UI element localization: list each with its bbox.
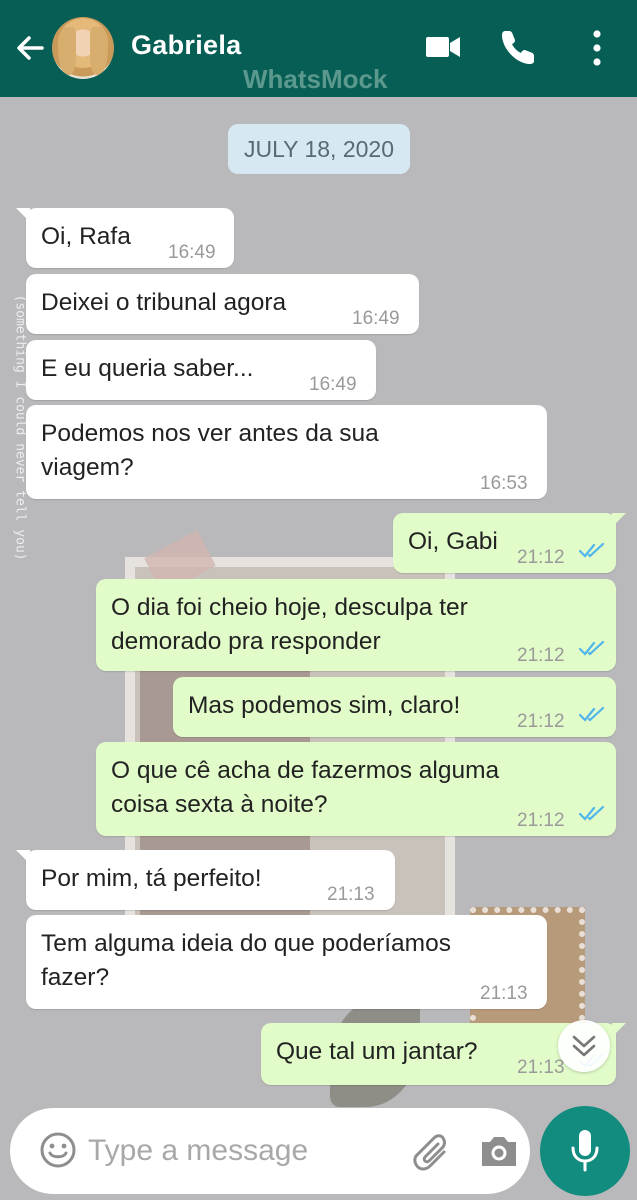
message-incoming[interactable]: Oi, Rafa 16:49 xyxy=(16,208,234,268)
message-time: 21:12 xyxy=(517,547,565,568)
message-text: Podemos nos ver antes da sua viagem? xyxy=(41,420,379,481)
read-receipt-icon xyxy=(579,542,605,558)
chat-header: Gabriela WhatsMock xyxy=(0,0,637,97)
message-compose-bar xyxy=(10,1108,530,1194)
microphone-icon xyxy=(571,1130,599,1172)
message-outgoing[interactable]: Mas podemos sim, claro! 21:12 xyxy=(173,677,616,737)
message-time: 16:49 xyxy=(309,374,357,395)
message-text: Tem alguma ideia do que poderíamos fazer… xyxy=(41,930,451,991)
message-incoming[interactable]: Por mim, tá perfeito! 21:13 xyxy=(16,850,395,910)
message-time: 21:12 xyxy=(517,810,565,831)
message-outgoing[interactable]: Oi, Gabi 21:12 xyxy=(393,513,626,573)
message-time: 16:53 xyxy=(480,473,528,494)
video-call-icon[interactable] xyxy=(424,28,462,66)
message-time: 21:12 xyxy=(517,645,565,666)
message-input[interactable] xyxy=(88,1128,388,1174)
message-incoming[interactable]: Podemos nos ver antes da sua viagem? 16:… xyxy=(26,405,547,499)
message-time: 16:49 xyxy=(168,242,216,263)
message-incoming[interactable]: E eu queria saber... 16:49 xyxy=(26,340,376,400)
camera-icon[interactable] xyxy=(478,1132,520,1170)
message-incoming[interactable]: Deixei o tribunal agora 16:49 xyxy=(26,274,419,334)
message-text: Deixei o tribunal agora xyxy=(41,289,287,316)
scroll-to-bottom-button[interactable] xyxy=(558,1020,610,1072)
read-receipt-icon xyxy=(579,805,605,821)
contact-avatar[interactable] xyxy=(52,17,114,79)
message-time: 16:49 xyxy=(352,308,400,329)
message-time: 21:13 xyxy=(327,884,375,905)
message-time: 21:13 xyxy=(480,983,528,1004)
message-text: Por mim, tá perfeito! xyxy=(41,865,262,892)
message-text: O dia foi cheio hoje, desculpa ter demor… xyxy=(111,594,468,655)
date-separator: JULY 18, 2020 xyxy=(228,124,410,174)
watermark-text: WhatsMock xyxy=(243,64,388,94)
message-outgoing[interactable]: O que cê acha de fazermos alguma coisa s… xyxy=(96,742,616,836)
message-text: E eu queria saber... xyxy=(41,355,254,382)
message-text: Que tal um jantar? xyxy=(276,1038,478,1065)
voice-call-icon[interactable] xyxy=(500,28,538,66)
message-text: Oi, Rafa xyxy=(41,223,131,250)
back-arrow-icon[interactable] xyxy=(12,30,48,66)
message-outgoing[interactable]: O dia foi cheio hoje, desculpa ter demor… xyxy=(96,579,616,671)
message-text: Mas podemos sim, claro! xyxy=(188,692,461,719)
message-incoming[interactable]: Tem alguma ideia do que poderíamos fazer… xyxy=(26,915,547,1009)
read-receipt-icon xyxy=(579,706,605,722)
contact-name[interactable]: Gabriela xyxy=(131,30,241,61)
message-text: O que cê acha de fazermos alguma coisa s… xyxy=(111,757,500,818)
message-text: Oi, Gabi xyxy=(408,528,498,555)
more-menu-icon[interactable] xyxy=(584,28,610,68)
message-time: 21:12 xyxy=(517,711,565,732)
voice-message-button[interactable] xyxy=(540,1106,630,1196)
double-chevron-down-icon xyxy=(572,1035,596,1057)
read-receipt-icon xyxy=(579,640,605,656)
attach-icon[interactable] xyxy=(410,1130,450,1174)
emoji-icon[interactable] xyxy=(38,1130,78,1170)
